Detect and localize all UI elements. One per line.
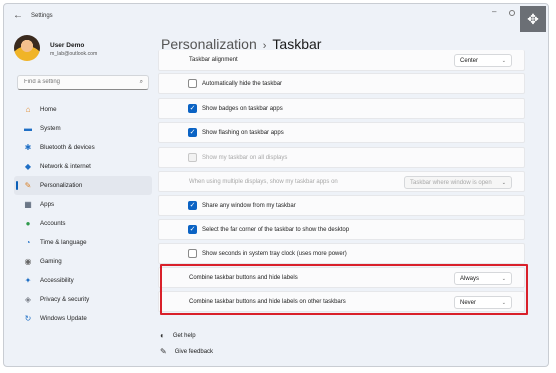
move-icon[interactable]: ✥: [520, 6, 546, 32]
flashing-row[interactable]: ✓ Show flashing on taskbar apps: [158, 122, 525, 143]
multi-display-value: Taskbar where window is open: [410, 179, 492, 186]
home-icon: ⌂: [25, 105, 31, 114]
combine-label: Combine taskbar buttons and hide labels: [189, 274, 298, 281]
active-indicator: [16, 181, 18, 190]
all-displays-label: Show my taskbar on all displays: [202, 154, 288, 161]
sidebar-item-label: Personalization: [40, 182, 83, 189]
badges-label: Show badges on taskbar apps: [202, 105, 283, 112]
globe-clock-icon: ◔: [25, 238, 31, 247]
auto-hide-row[interactable]: Automatically hide the taskbar: [158, 73, 525, 94]
sidebar-item-label: Apps: [40, 201, 55, 208]
bluetooth-icon: ✱: [24, 143, 32, 152]
apps-icon: ▦: [24, 200, 32, 209]
help-icon: ◐: [160, 331, 165, 340]
seconds-checkbox[interactable]: [188, 249, 197, 258]
flashing-label: Show flashing on taskbar apps: [202, 129, 284, 136]
sidebar-item-label: Gaming: [40, 258, 62, 265]
chevron-down-icon: ⌄: [501, 275, 506, 282]
seconds-row[interactable]: Show seconds in system tray clock (uses …: [158, 243, 525, 264]
share-window-row[interactable]: ✓ Share any window from my taskbar: [158, 195, 525, 216]
brush-icon: ✎: [24, 181, 32, 190]
all-displays-checkbox: [188, 153, 197, 162]
sidebar-item-gaming[interactable]: ◉ Gaming: [14, 252, 152, 271]
gaming-icon: ◉: [24, 257, 32, 266]
taskbar-alignment-label: Taskbar alignment: [189, 57, 238, 63]
sidebar-item-label: Accounts: [40, 220, 66, 227]
sidebar-item-label: Privacy & security: [40, 296, 90, 303]
taskbar-alignment-dropdown[interactable]: Center ⌄: [454, 54, 512, 67]
flashing-checkbox[interactable]: ✓: [188, 128, 197, 137]
auto-hide-checkbox[interactable]: [188, 79, 197, 88]
app-title: Settings: [31, 13, 53, 19]
multi-display-dropdown: Taskbar where window is open ⌄: [404, 176, 512, 189]
combine-other-value: Never: [460, 299, 477, 306]
avatar[interactable]: [14, 35, 40, 61]
sidebar-item-network-internet[interactable]: ◆ Network & internet: [14, 157, 152, 176]
badges-row[interactable]: ✓ Show badges on taskbar apps: [158, 98, 525, 119]
maximize-button[interactable]: [509, 10, 515, 16]
system-icon: ▬: [24, 124, 32, 133]
sidebar-item-label: Windows Update: [40, 315, 87, 322]
accessibility-icon: ✦: [24, 276, 32, 285]
share-window-checkbox[interactable]: ✓: [188, 201, 197, 210]
minimize-button[interactable]: –: [492, 7, 496, 16]
sidebar-item-label: Home: [40, 106, 57, 113]
sidebar-item-apps[interactable]: ▦ Apps: [14, 195, 152, 214]
sidebar-item-personalization[interactable]: ✎ Personalization: [14, 176, 152, 195]
sidebar-item-label: System: [40, 125, 61, 132]
title-bar: ← Settings –: [4, 4, 548, 30]
user-email: m_lab@outlook.com: [50, 51, 98, 57]
update-icon: ↻: [24, 314, 32, 323]
far-corner-label: Select the far corner of the taskbar to …: [202, 226, 350, 233]
sidebar-item-accounts[interactable]: ● Accounts: [14, 214, 152, 233]
give-feedback-link[interactable]: ✎ Give feedback: [160, 347, 213, 356]
combine-other-label: Combine taskbar buttons and hide labels …: [189, 298, 346, 305]
combine-other-row: Combine taskbar buttons and hide labels …: [158, 291, 525, 312]
combine-dropdown[interactable]: Always ⌄: [454, 272, 512, 285]
sidebar-item-label: Accessibility: [40, 277, 74, 284]
sidebar-item-accessibility[interactable]: ✦ Accessibility: [14, 271, 152, 290]
search-box[interactable]: ⌕: [17, 75, 149, 90]
sidebar-item-label: Network & internet: [40, 163, 91, 170]
sidebar-item-home[interactable]: ⌂ Home: [14, 100, 152, 119]
multi-display-row: When using multiple displays, show my ta…: [158, 171, 525, 192]
chevron-down-icon: ⌄: [501, 179, 506, 186]
sidebar-item-label: Time & language: [40, 239, 87, 246]
combine-other-dropdown[interactable]: Never ⌄: [454, 296, 512, 309]
taskbar-alignment-value: Center: [460, 57, 479, 64]
network-icon: ◆: [24, 162, 32, 171]
sidebar-item-label: Bluetooth & devices: [40, 144, 95, 151]
far-corner-row[interactable]: ✓ Select the far corner of the taskbar t…: [158, 219, 525, 240]
combine-row: Combine taskbar buttons and hide labels …: [158, 267, 525, 288]
sidebar-nav: ⌂ Home ▬ System ✱ Bluetooth & devices ◆ Network…: [14, 100, 152, 328]
sidebar-item-time-language[interactable]: ◔ Time & language: [14, 233, 152, 252]
chevron-down-icon: ⌄: [501, 57, 506, 64]
search-input[interactable]: [24, 79, 129, 85]
shield-icon: ◈: [24, 295, 32, 304]
far-corner-checkbox[interactable]: ✓: [188, 225, 197, 234]
seconds-label: Show seconds in system tray clock (uses …: [202, 250, 347, 257]
combine-value: Always: [460, 275, 480, 282]
get-help-link[interactable]: ◐ Get help: [160, 331, 196, 340]
chevron-down-icon: ⌄: [501, 299, 506, 306]
user-name: User Demo: [50, 42, 85, 49]
give-feedback-label: Give feedback: [174, 348, 214, 355]
sidebar-item-windows-update[interactable]: ↻ Windows Update: [14, 309, 152, 328]
back-arrow-icon[interactable]: ←: [13, 10, 23, 21]
all-displays-row: Show my taskbar on all displays: [158, 147, 525, 168]
multi-display-label: When using multiple displays, show my ta…: [189, 178, 338, 185]
accounts-icon: ●: [25, 219, 31, 228]
share-window-label: Share any window from my taskbar: [202, 202, 296, 209]
auto-hide-label: Automatically hide the taskbar: [202, 80, 283, 87]
sidebar-item-bluetooth-devices[interactable]: ✱ Bluetooth & devices: [14, 138, 152, 157]
get-help-label: Get help: [172, 332, 196, 339]
search-icon[interactable]: ⌕: [140, 79, 143, 86]
feedback-icon: ✎: [160, 347, 167, 356]
badges-checkbox[interactable]: ✓: [188, 104, 197, 113]
taskbar-alignment-row: Taskbar alignment Center ⌄: [158, 50, 525, 71]
sidebar-item-privacy-security[interactable]: ◈ Privacy & security: [14, 290, 152, 309]
sidebar-item-system[interactable]: ▬ System: [14, 119, 152, 138]
